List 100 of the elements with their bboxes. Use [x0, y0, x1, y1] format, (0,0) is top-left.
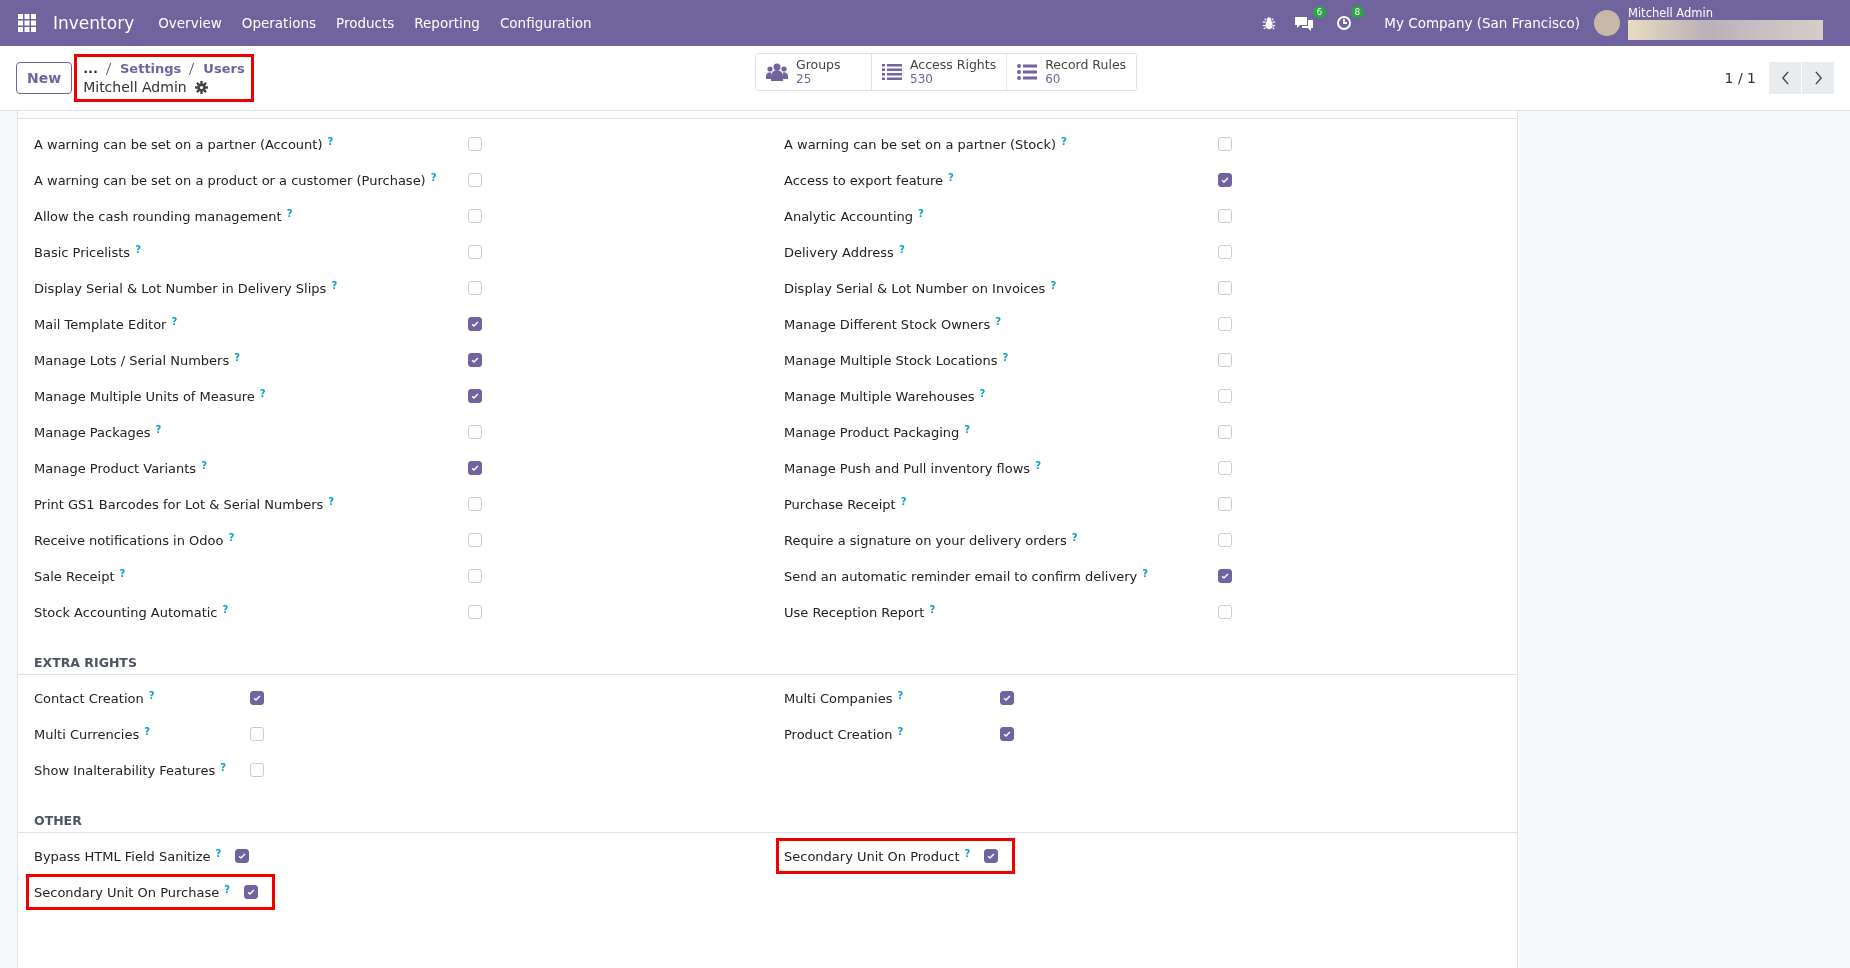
checkbox[interactable]	[235, 849, 250, 863]
help-tooltip-mark[interactable]: ?	[234, 352, 240, 363]
help-tooltip-mark[interactable]: ?	[1050, 280, 1057, 291]
checkbox[interactable]	[1000, 691, 1014, 705]
record-title: Mitchell Admin	[83, 79, 187, 95]
pager-value: 1 / 1	[1724, 70, 1756, 86]
setting-label: Receive notifications in Odoo	[34, 532, 224, 548]
help-tooltip-mark[interactable]: ?	[964, 424, 971, 435]
checkbox[interactable]	[1218, 569, 1232, 583]
checkbox[interactable]	[244, 885, 259, 899]
setting-label: Contact Creation	[34, 690, 144, 706]
setting-label: Delivery Address	[784, 244, 894, 260]
setting-label: Sale Receipt	[34, 568, 115, 584]
help-tooltip-mark[interactable]: ?	[220, 762, 226, 773]
next-button[interactable]	[1802, 62, 1834, 94]
app-name[interactable]: Inventory	[53, 13, 135, 33]
checkmark-icon	[1220, 175, 1230, 185]
checkbox[interactable]	[1000, 727, 1014, 741]
setting-label: Manage Lots / Serial Numbers	[34, 352, 230, 368]
help-tooltip-mark[interactable]: ?	[1035, 460, 1041, 471]
help-tooltip-mark[interactable]: ?	[430, 172, 437, 183]
new-button[interactable]: New	[16, 62, 73, 94]
menu-item[interactable]: Overview	[158, 15, 222, 31]
breadcrumb-link[interactable]: Settings	[120, 61, 182, 76]
help-tooltip-mark[interactable]: ?	[171, 316, 178, 327]
help-tooltip-mark[interactable]: ?	[144, 726, 150, 737]
breadcrumb-more-link[interactable]: ...	[83, 61, 98, 76]
help-tooltip-mark[interactable]: ?	[964, 848, 971, 859]
setting-label: Allow the cash rounding management	[34, 208, 282, 224]
setting-label: Access to export feature	[784, 172, 943, 188]
setting-label: A warning can be set on a partner (Account)	[34, 136, 323, 152]
checkbox[interactable]	[468, 461, 482, 475]
setting-label: Manage Product Variants	[34, 460, 197, 476]
setting-label: Manage Multiple Units of Measure	[34, 388, 255, 404]
smart-button[interactable]: Groups 25	[756, 54, 872, 90]
setting-label: Purchase Receipt	[784, 496, 896, 512]
setting-label: Require a signature on your delivery orders	[784, 532, 1067, 548]
help-tooltip-mark[interactable]: ?	[135, 244, 141, 255]
chat-icon[interactable]	[1294, 15, 1315, 31]
help-tooltip-mark[interactable]: ?	[328, 496, 335, 507]
user-avatar[interactable]	[1594, 10, 1620, 36]
help-tooltip-mark[interactable]: ?	[224, 884, 231, 895]
checkmark-icon	[1220, 571, 1230, 581]
previous-button[interactable]	[1769, 62, 1801, 94]
setting-label: A warning can be set on a product or a customer (Purchase)	[34, 172, 426, 188]
help-tooltip-mark[interactable]: ?	[286, 208, 293, 219]
app-grid-icon[interactable]	[18, 14, 36, 32]
setting-label: Analytic Accounting	[784, 208, 913, 224]
checkmark-icon	[470, 463, 480, 473]
checkmark-icon	[252, 693, 262, 703]
help-tooltip-mark[interactable]: ?	[929, 604, 936, 615]
help-tooltip-mark[interactable]: ?	[898, 244, 905, 255]
help-tooltip-mark[interactable]: ?	[897, 726, 904, 737]
help-tooltip-mark[interactable]: ?	[1002, 352, 1009, 363]
setting-label: Manage Multiple Stock Locations	[784, 352, 998, 368]
checkbox[interactable]	[984, 849, 999, 863]
help-tooltip-mark[interactable]: ?	[155, 424, 162, 435]
menu-item[interactable]: Products	[336, 15, 395, 31]
help-tooltip-mark[interactable]: ?	[1071, 532, 1078, 543]
help-tooltip-mark[interactable]: ?	[897, 690, 904, 701]
help-tooltip-mark[interactable]: ?	[222, 604, 229, 615]
company-switcher[interactable]: My Company (San Francisco)	[1384, 15, 1580, 31]
checkbox[interactable]	[468, 353, 482, 367]
help-tooltip-mark[interactable]: ?	[119, 568, 126, 579]
setting-label: Manage Multiple Warehouses	[784, 388, 975, 404]
help-tooltip-mark[interactable]: ?	[201, 460, 207, 471]
setting-label: Manage Packages	[34, 424, 151, 440]
help-tooltip-mark[interactable]: ?	[995, 316, 1002, 327]
menu-item[interactable]: Reporting	[414, 15, 480, 31]
help-tooltip-mark[interactable]: ?	[259, 388, 266, 399]
help-tooltip-mark[interactable]: ?	[979, 388, 986, 399]
help-tooltip-mark[interactable]: ?	[327, 136, 334, 147]
gear-icon[interactable]	[194, 80, 208, 94]
help-tooltip-mark[interactable]: ?	[900, 496, 907, 507]
menu-item[interactable]: Configuration	[499, 15, 592, 31]
message-count-badge: 6	[1312, 6, 1327, 18]
bug-icon[interactable]	[1262, 16, 1277, 30]
checkmark-icon	[470, 391, 480, 401]
menu-item[interactable]: Operations	[241, 15, 316, 31]
checkbox[interactable]	[250, 691, 264, 705]
checkmark-icon	[1002, 693, 1012, 703]
activity-count-badge: 8	[1350, 6, 1365, 18]
checkmark-icon	[470, 319, 480, 329]
help-tooltip-mark[interactable]: ?	[918, 208, 924, 219]
help-tooltip-mark[interactable]: ?	[228, 532, 235, 543]
checkbox[interactable]	[468, 389, 482, 403]
help-tooltip-mark[interactable]: ?	[215, 848, 222, 859]
help-tooltip-mark[interactable]: ?	[1061, 136, 1067, 147]
clock-icon[interactable]	[1336, 15, 1353, 31]
setting-label: Product Creation	[784, 726, 893, 742]
help-tooltip-mark[interactable]: ?	[1142, 568, 1148, 579]
checkbox[interactable]	[468, 317, 482, 331]
help-tooltip-mark[interactable]: ?	[331, 280, 338, 291]
checkbox[interactable]	[1218, 173, 1232, 187]
help-tooltip-mark[interactable]: ?	[948, 172, 954, 183]
breadcrumb-link[interactable]: Users	[203, 61, 245, 76]
help-tooltip-mark[interactable]: ?	[148, 690, 155, 701]
setting-label: Send an automatic reminder email to confirm delivery	[784, 568, 1138, 584]
checkmark-icon	[470, 355, 480, 365]
user-name[interactable]: Mitchell Admin	[1628, 6, 1823, 20]
